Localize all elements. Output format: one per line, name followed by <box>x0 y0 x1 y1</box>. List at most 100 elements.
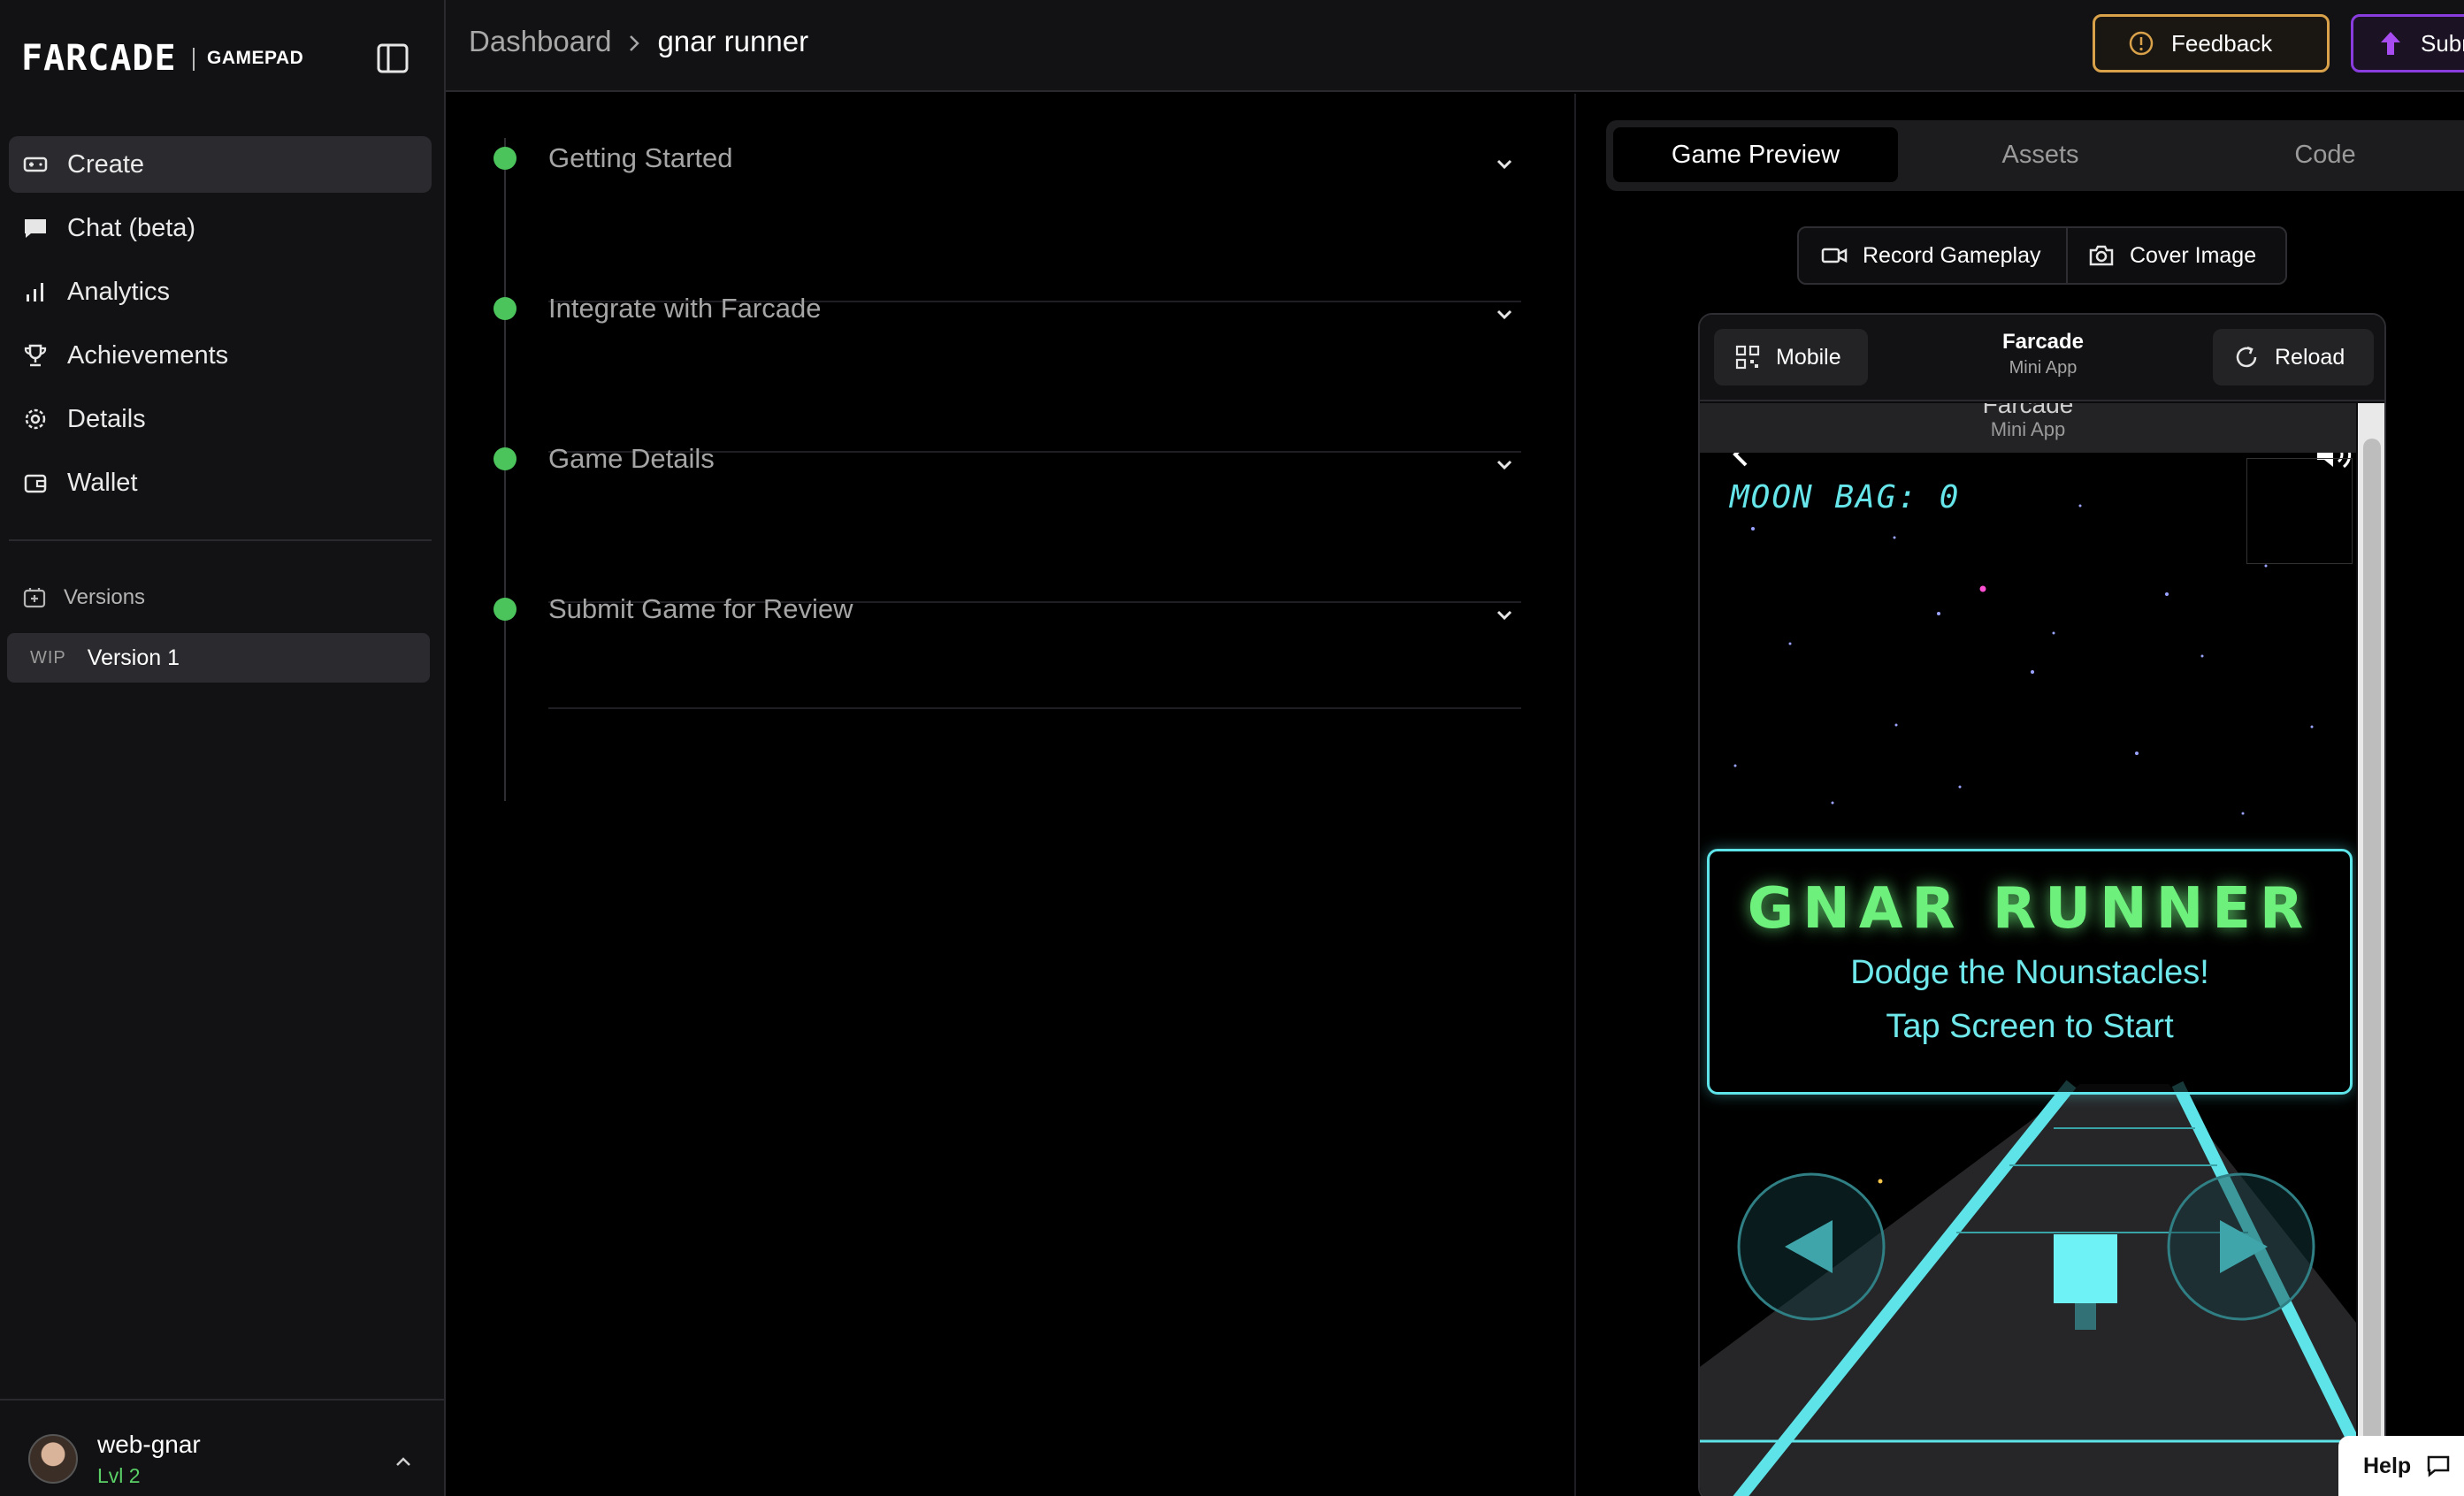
step-status-dot <box>494 147 517 170</box>
chevron-down-icon[interactable] <box>1491 451 1518 477</box>
step-divider <box>548 707 1521 709</box>
device-title-text: Farcade <box>2001 330 2085 354</box>
camera-icon <box>2087 241 2116 270</box>
sidebar-item-label: Achievements <box>67 340 229 370</box>
sidebar-nav: Create Chat (beta) Analytics Achievement… <box>9 136 432 518</box>
logo-separator <box>193 48 195 71</box>
sidebar-item-wallet[interactable]: Wallet <box>9 454 432 511</box>
gamepad-icon <box>21 150 50 179</box>
sidebar-divider <box>9 539 432 541</box>
submit-button[interactable]: Submit <box>2351 14 2464 73</box>
versions-label: Versions <box>64 585 146 609</box>
sidebar-item-details[interactable]: Details <box>9 391 432 447</box>
submit-label: Submit <box>2421 29 2464 57</box>
reload-button[interactable]: Reload <box>2213 329 2374 385</box>
step-submit-review[interactable]: Submit Game for Review <box>448 589 1576 739</box>
mini-app-title: Farcade <box>1982 403 2074 418</box>
cover-image-label: Cover Image <box>2130 242 2257 268</box>
trophy-icon <box>21 341 50 370</box>
cover-image-button[interactable]: Cover Image <box>2087 228 2256 283</box>
sidebar-toggle-icon[interactable] <box>375 41 410 76</box>
breadcrumb: Dashboard gnar runner <box>469 25 808 58</box>
capture-toolbar: Record Gameplay Cover Image <box>1797 226 2287 285</box>
step-status-dot <box>494 598 517 621</box>
version-status-badge: WIP <box>30 647 66 668</box>
user-name: web-gnar <box>97 1431 201 1458</box>
sidebar-item-achievements[interactable]: Achievements <box>9 327 432 384</box>
bar-chart-icon <box>21 278 50 306</box>
version-label: Version 1 <box>87 645 180 670</box>
start-screen-panel[interactable]: GNAR RUNNER Dodge the Nounstacles! Tap S… <box>1707 849 2353 1095</box>
record-gameplay-button[interactable]: Record Gameplay <box>1820 228 2040 283</box>
sidebar-item-chat[interactable]: Chat (beta) <box>9 200 432 256</box>
game-canvas[interactable]: Farcade Mini App MOON BAG: 0 GNAR RUNNER… <box>1700 403 2356 1496</box>
tab-code[interactable]: Code <box>2183 127 2464 182</box>
chevron-down-icon[interactable] <box>1491 301 1518 327</box>
sidebar-item-create[interactable]: Create <box>9 136 432 193</box>
player-thrust <box>2075 1303 2096 1330</box>
device-frame: Mobile Farcade Mini App Reload Farcade M… <box>1698 313 2386 1496</box>
feedback-label: Feedback <box>2171 29 2273 57</box>
breadcrumb-current: gnar runner <box>657 25 809 57</box>
farcade-logo: FARCADE <box>21 38 177 79</box>
tab-assets[interactable]: Assets <box>1898 127 2183 182</box>
user-menu[interactable]: web-gnar Lvl 2 <box>0 1399 446 1496</box>
chat-bubble-icon <box>2425 1453 2452 1479</box>
video-camera-icon <box>1820 241 1848 270</box>
brand[interactable]: FARCADE GAMEPAD <box>21 39 425 78</box>
help-button[interactable]: Help <box>2338 1436 2464 1496</box>
gold-star <box>1878 1179 1883 1184</box>
sidebar-item-label: Analytics <box>67 277 171 306</box>
versions-heading: Versions <box>21 582 145 614</box>
upload-arrow-icon <box>2376 29 2405 57</box>
qr-code-icon <box>1733 343 1762 371</box>
alert-circle-icon <box>2127 29 2155 57</box>
mini-app-header: Farcade Mini App <box>1700 403 2356 453</box>
breadcrumb-dashboard[interactable]: Dashboard <box>469 25 611 58</box>
steps-panel: Getting Started Integrate with Farcade G… <box>448 94 1576 1496</box>
version-item[interactable]: WIP Version 1 <box>7 633 430 683</box>
reload-label: Reload <box>2275 344 2345 370</box>
chevron-up-icon[interactable] <box>391 1450 416 1475</box>
step-title: Integrate with Farcade <box>548 293 822 324</box>
chevron-down-icon[interactable] <box>1491 150 1518 177</box>
sidebar: FARCADE GAMEPAD Create Chat (beta) Analy… <box>0 0 446 1496</box>
top-bar: Dashboard gnar runner Feedback Submit <box>446 0 2464 92</box>
device-subtitle-text: Mini App <box>2009 358 2078 378</box>
mobile-label: Mobile <box>1776 344 1841 370</box>
reload-icon <box>2232 343 2261 371</box>
tab-game-preview[interactable]: Game Preview <box>1613 127 1898 182</box>
scrollbar-thumb[interactable] <box>2363 439 2381 1496</box>
feedback-button[interactable]: Feedback <box>2093 14 2330 73</box>
chat-icon <box>21 214 50 242</box>
user-level: Lvl 2 <box>97 1464 141 1487</box>
device-header: Mobile Farcade Mini App Reload <box>1700 315 2384 401</box>
game-start-prompt: Tap Screen to Start <box>1886 1008 2174 1045</box>
step-game-details[interactable]: Game Details <box>448 439 1576 603</box>
chevron-right-icon <box>622 29 647 54</box>
avatar <box>28 1434 78 1484</box>
sidebar-item-label: Chat (beta) <box>67 213 196 242</box>
versions-icon <box>21 584 48 611</box>
pink-star <box>1979 585 1986 592</box>
sidebar-item-label: Wallet <box>67 468 138 497</box>
device-title: Farcade Mini App <box>1956 329 2130 380</box>
wallet-icon <box>21 469 50 497</box>
step-title: Submit Game for Review <box>548 593 853 624</box>
chevron-down-icon[interactable] <box>1491 601 1518 628</box>
preview-panel: Game Preview Assets Code Record Gameplay… <box>1578 94 2464 1496</box>
mobile-button[interactable]: Mobile <box>1714 329 1868 385</box>
step-title: Getting Started <box>548 142 733 173</box>
step-status-dot <box>494 297 517 320</box>
sidebar-item-analytics[interactable]: Analytics <box>9 263 432 320</box>
minimap-box <box>2246 458 2353 564</box>
step-integrate[interactable]: Integrate with Farcade <box>448 288 1576 453</box>
mini-app-subtitle: Mini App <box>1990 418 2066 440</box>
step-getting-started[interactable]: Getting Started <box>448 138 1576 302</box>
starfield <box>1733 504 2314 815</box>
game-tagline: Dodge the Nounstacles! <box>1850 954 2209 991</box>
gamepad-logo: GAMEPAD <box>207 48 304 68</box>
game-scrollbar[interactable] <box>2358 403 2384 1496</box>
gear-icon <box>21 405 50 433</box>
score-counter: MOON BAG: 0 <box>1730 479 1961 515</box>
